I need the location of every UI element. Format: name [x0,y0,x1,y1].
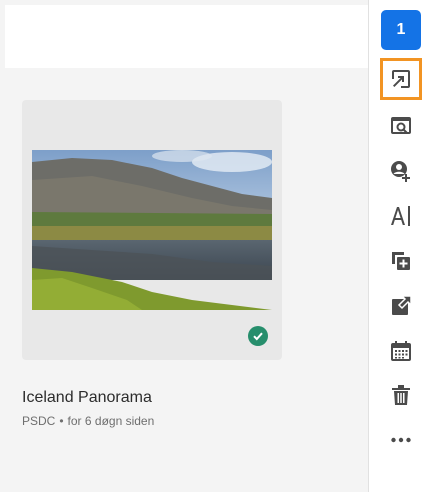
text-button[interactable] [380,195,422,237]
delete-button[interactable] [380,374,422,416]
synced-check-icon [248,326,268,346]
export-icon [392,295,412,315]
meta-separator: • [59,414,64,428]
calendar-icon [391,341,411,361]
duplicate-button[interactable] [380,240,422,282]
invite-button[interactable] [380,150,422,192]
asset-type: PSDC [22,414,56,428]
preview-button[interactable] [380,105,422,147]
schedule-button[interactable] [380,330,422,372]
duplicate-icon [392,252,410,270]
asset-modified: for 6 døgn siden [67,414,155,428]
add-user-icon [391,161,410,182]
action-rail: 1 [368,0,436,492]
asset-thumbnail[interactable] [32,150,272,310]
text-icon [391,206,410,226]
asset-title[interactable]: Iceland Panorama [22,389,152,407]
more-icon [391,437,411,443]
asset-card[interactable] [22,100,282,360]
selection-count-badge[interactable]: 1 [381,10,421,50]
trash-icon [392,385,410,405]
link-icon [392,70,410,88]
more-button[interactable] [380,419,422,461]
preview-icon [391,117,411,134]
asset-meta: PSDC • for 6 døgn siden [22,414,154,428]
top-bar [5,5,368,68]
link-button[interactable] [380,58,422,100]
export-button[interactable] [380,285,422,327]
